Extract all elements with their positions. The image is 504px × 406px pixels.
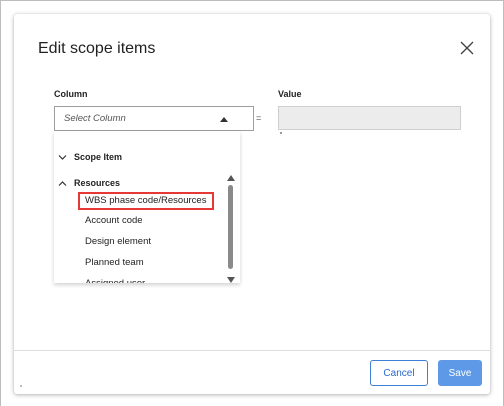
corner-mark <box>20 385 22 387</box>
chevron-up-icon <box>58 181 67 186</box>
close-button[interactable] <box>458 39 476 57</box>
footer-divider <box>14 350 490 351</box>
cancel-button[interactable]: Cancel <box>370 360 428 386</box>
dialog-title: Edit scope items <box>38 40 156 57</box>
option-wbs-phase-code-resources[interactable]: WBS phase code/Resources <box>78 192 214 210</box>
window-top-border <box>0 0 504 1</box>
scroll-up-arrow-icon[interactable] <box>227 175 235 181</box>
caret-up-icon <box>220 117 228 122</box>
group-resources[interactable]: Resources <box>54 175 224 193</box>
value-input-marker <box>280 132 282 134</box>
chevron-down-icon <box>58 155 67 160</box>
group-scope-item[interactable]: Scope Item <box>54 149 224 167</box>
column-select[interactable]: Select Column <box>54 106 254 131</box>
column-select-placeholder: Select Column <box>64 113 126 124</box>
close-icon <box>460 41 474 55</box>
group-label-scope-item: Scope Item <box>74 152 123 162</box>
option-assigned-user[interactable]: Assigned user <box>78 275 145 283</box>
dropdown-scrollbar[interactable] <box>226 175 236 283</box>
option-account-code[interactable]: Account code <box>78 212 143 230</box>
scrollbar-thumb[interactable] <box>228 185 233 269</box>
edit-scope-items-dialog: Edit scope items Column Value Select Col… <box>14 14 490 394</box>
column-dropdown-list: Scope Item Resources WBS phase code/Reso… <box>54 131 240 283</box>
window-left-border <box>0 0 1 406</box>
scroll-down-arrow-icon[interactable] <box>227 277 235 283</box>
group-label-resources: Resources <box>74 178 121 188</box>
value-label: Value <box>278 89 302 99</box>
save-button[interactable]: Save <box>438 360 482 386</box>
column-label: Column <box>54 89 88 99</box>
value-input[interactable] <box>278 106 461 130</box>
operator-equals: = <box>256 113 262 123</box>
option-design-element[interactable]: Design element <box>78 233 151 251</box>
option-planned-team[interactable]: Planned team <box>78 254 144 272</box>
